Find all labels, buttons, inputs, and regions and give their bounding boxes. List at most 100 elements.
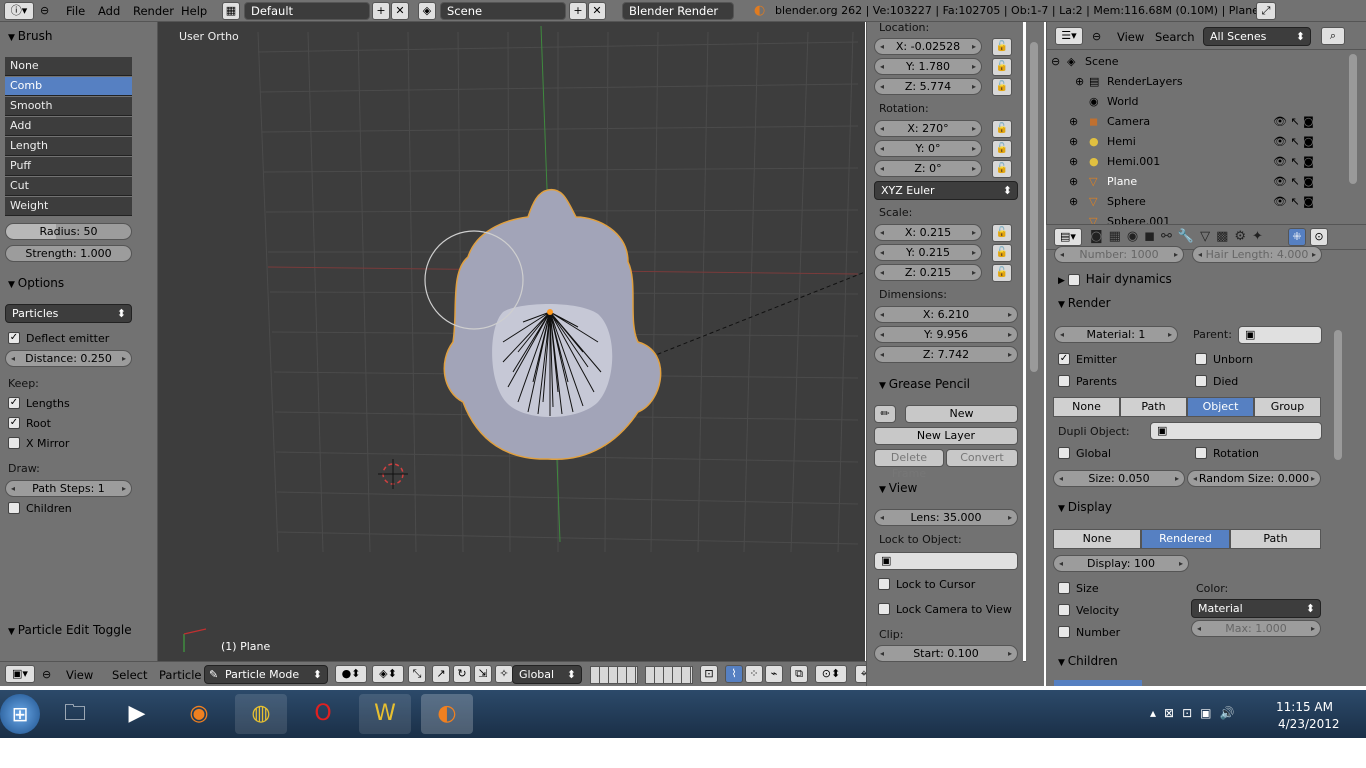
layers-group-2[interactable] xyxy=(645,666,693,684)
unborn-checkbox[interactable] xyxy=(1195,353,1207,365)
delete-frame-button[interactable]: Delete Frame xyxy=(874,449,944,480)
scrollbar-thumb[interactable] xyxy=(1030,42,1038,372)
brush-comb[interactable]: Comb xyxy=(5,77,132,96)
lens-field[interactable]: Lens: 35.000 xyxy=(874,509,1018,526)
scene-icon[interactable]: ◈ xyxy=(418,2,436,20)
rotation-z-lock-icon[interactable]: 🔓 xyxy=(992,160,1012,178)
render-panel-header[interactable]: Render xyxy=(1058,296,1111,310)
scale-z-lock-icon[interactable]: 🔓 xyxy=(992,264,1012,282)
delete-scene-icon[interactable]: ✕ xyxy=(588,2,606,20)
brush-smooth[interactable]: Smooth xyxy=(5,97,132,116)
expand-icon[interactable]: ⊕ xyxy=(1069,155,1078,168)
random-size-field[interactable]: Random Size: 0.000 xyxy=(1187,470,1321,487)
editor-type-info-icon[interactable]: ⓘ▾ xyxy=(4,2,34,20)
media-player-icon[interactable]: ▶ xyxy=(111,694,163,734)
manipulator-toggle-icon[interactable]: ⤡ xyxy=(408,665,426,683)
lock-cursor-checkbox[interactable] xyxy=(878,578,890,590)
visibility-icons[interactable]: 👁 ↖ ◙ 👁 ↖ ◙ 👁 ↖ ◙ 👁 ↖ ◙ 👁 ↖ ◙ xyxy=(1273,112,1314,212)
rotate-manipulator-icon[interactable]: ↻ xyxy=(453,665,471,683)
rotation-checkbox[interactable] xyxy=(1195,447,1207,459)
rotation-y-lock-icon[interactable]: 🔓 xyxy=(992,140,1012,158)
mode-select[interactable]: Particle Mode xyxy=(204,665,328,684)
collapse-menu-icon[interactable]: ⊖ xyxy=(42,668,51,681)
dupli-object-field[interactable]: ▣ xyxy=(1150,422,1322,440)
clock-time[interactable]: 11:15 AM xyxy=(1276,700,1333,714)
firefox-icon[interactable]: ◉ xyxy=(173,694,225,734)
options-panel-header[interactable]: Options xyxy=(8,276,64,290)
delete-screen-icon[interactable]: ✕ xyxy=(391,2,409,20)
size-field[interactable]: Size: 0.050 xyxy=(1053,470,1185,487)
location-x-lock-icon[interactable]: 🔓 xyxy=(992,38,1012,56)
properties-scrollbar[interactable] xyxy=(1026,22,1044,686)
rotation-z-field[interactable]: Z: 0° xyxy=(874,160,982,177)
outliner-row-renderlayers[interactable]: ⊕ ▤ RenderLayers xyxy=(1047,72,1337,92)
menu-view[interactable]: View xyxy=(66,668,93,682)
limit-selection-icon[interactable]: ⧉ xyxy=(790,665,808,683)
outliner-row-world[interactable]: ◉ World xyxy=(1047,92,1337,112)
rotation-y-field[interactable]: Y: 0° xyxy=(874,140,982,157)
render-as-group[interactable]: Group xyxy=(1254,397,1321,417)
outliner-menu-view[interactable]: View xyxy=(1117,30,1144,44)
menu-file[interactable]: File xyxy=(66,4,85,18)
3d-viewport[interactable]: User Ortho (1) Plane xyxy=(158,22,865,661)
blender-taskbar-icon[interactable]: ◐ xyxy=(421,694,473,734)
path-select-mode-icon[interactable]: ⌇ xyxy=(725,665,743,683)
clip-start-field[interactable]: Start: 0.100 xyxy=(874,645,1018,662)
properties-scrollbar[interactable] xyxy=(1334,330,1342,460)
expand-icon[interactable]: ⊕ xyxy=(1069,175,1078,188)
parent-field[interactable]: ▣ xyxy=(1238,326,1322,344)
location-x-field[interactable]: X: -0.02528 xyxy=(874,38,982,55)
root-checkbox[interactable]: ✓ xyxy=(8,417,20,429)
deflect-emitter-checkbox[interactable]: ✓ xyxy=(8,332,20,344)
lock-camera-checkbox[interactable] xyxy=(878,603,890,615)
display-panel-header[interactable]: Display xyxy=(1058,500,1112,514)
strength-slider[interactable]: Strength: 1.000 xyxy=(5,245,132,262)
pencil-icon[interactable]: ✏ xyxy=(874,405,896,423)
scale-x-field[interactable]: X: 0.215 xyxy=(874,224,982,241)
collapse-menu-icon[interactable]: ⊖ xyxy=(1092,30,1101,43)
radius-slider[interactable]: Radius: 50 xyxy=(5,223,132,240)
scale-y-lock-icon[interactable]: 🔓 xyxy=(992,244,1012,262)
start-button-icon[interactable]: ⊞ xyxy=(0,694,40,734)
hair-dynamics-header[interactable]: Hair dynamics xyxy=(1058,272,1172,286)
scale-y-field[interactable]: Y: 0.215 xyxy=(874,244,982,261)
emitter-checkbox[interactable]: ✓ xyxy=(1058,353,1070,365)
display-path[interactable]: Path xyxy=(1230,529,1321,549)
menu-particle[interactable]: Particle xyxy=(159,668,202,682)
menu-help[interactable]: Help xyxy=(181,4,207,18)
location-y-field[interactable]: Y: 1.780 xyxy=(874,58,982,75)
edit-type-select[interactable]: Particles xyxy=(5,304,132,323)
convert-button[interactable]: Convert xyxy=(946,449,1018,467)
screen-layout-icon[interactable]: ▦ xyxy=(222,2,240,20)
brush-add[interactable]: Add xyxy=(5,117,132,136)
expand-icon[interactable]: ⊕ xyxy=(1069,195,1078,208)
location-z-field[interactable]: Z: 5.774 xyxy=(874,78,982,95)
path-steps-field[interactable]: Path Steps: 1 xyxy=(5,480,132,497)
particle-edit-toggle-header[interactable]: Particle Edit Toggle xyxy=(8,623,132,637)
physics-tab-icon[interactable]: ⊙ xyxy=(1310,228,1328,246)
render-as-path[interactable]: Path xyxy=(1120,397,1187,417)
children-checkbox[interactable] xyxy=(8,502,20,514)
color-select[interactable]: Material xyxy=(1191,599,1321,618)
parents-checkbox[interactable] xyxy=(1058,375,1070,387)
transform-orientation-icon[interactable]: ✧ xyxy=(495,665,513,683)
new-layer-button[interactable]: New Layer xyxy=(874,427,1018,445)
expand-icon[interactable]: ⊕ xyxy=(1069,135,1078,148)
chrome-icon[interactable]: ◍ xyxy=(235,694,287,734)
translate-manipulator-icon[interactable]: ↗ xyxy=(432,665,450,683)
velocity-checkbox[interactable] xyxy=(1058,604,1070,616)
scale-z-field[interactable]: Z: 0.215 xyxy=(874,264,982,281)
dimension-y-field[interactable]: Y: 9.956 xyxy=(874,326,1018,343)
hair-length-field[interactable]: Hair Length: 4.000 xyxy=(1192,246,1322,263)
brush-weight[interactable]: Weight xyxy=(5,197,132,216)
render-as-object[interactable]: Object xyxy=(1187,397,1254,417)
lengths-checkbox[interactable]: ✓ xyxy=(8,397,20,409)
hair-dynamics-chk[interactable] xyxy=(1067,273,1080,286)
number-field[interactable]: Number: 1000 xyxy=(1054,246,1184,263)
brush-length[interactable]: Length xyxy=(5,137,132,156)
outliner-scrollbar[interactable] xyxy=(1349,54,1357,184)
orientation-select[interactable]: Global xyxy=(512,665,582,684)
clock-date[interactable]: 4/23/2012 xyxy=(1278,717,1340,731)
material-field[interactable]: Material: 1 xyxy=(1054,326,1178,343)
rotation-x-field[interactable]: X: 270° xyxy=(874,120,982,137)
